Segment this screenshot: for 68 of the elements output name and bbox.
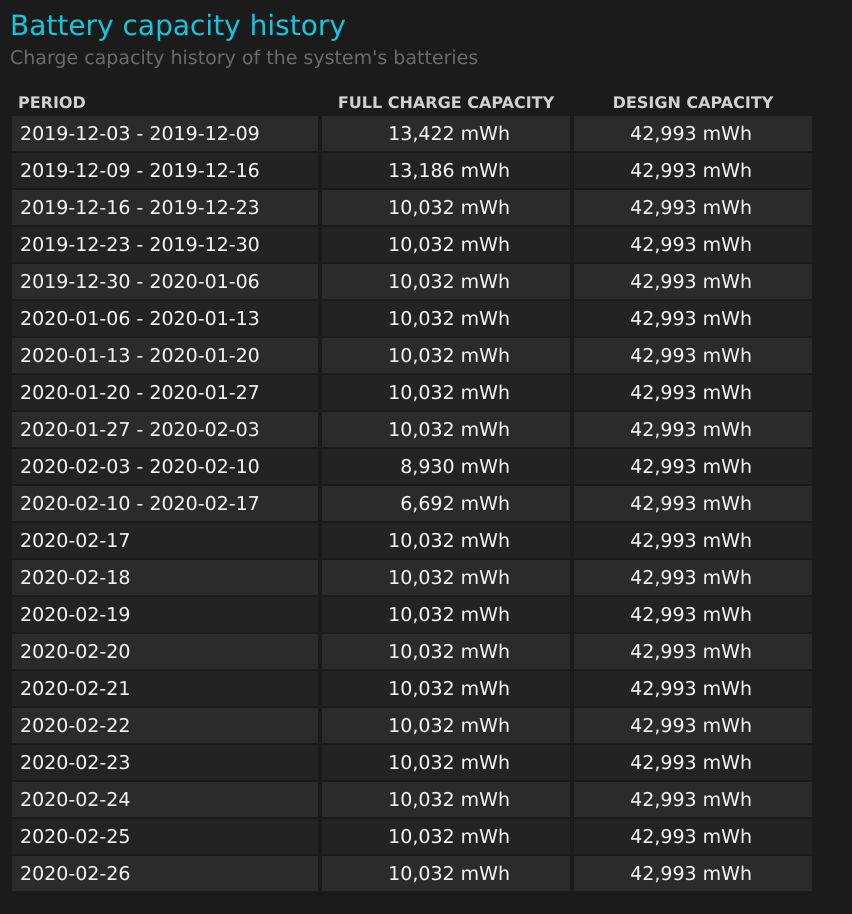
table-cell: 2020-02-21 [12,671,318,706]
table-cell: 2020-02-22 [12,708,318,743]
table-cell: 10,032 mWh [322,523,570,558]
table-cell: 10,032 mWh [322,745,570,780]
table-cell: 42,993 mWh [574,116,812,151]
page-title: Battery capacity history [10,8,347,44]
page-subtitle: Charge capacity history of the system's batteries [10,46,480,70]
table-cell: 2019-12-30 - 2020-01-06 [12,264,318,299]
table-cell: 42,993 mWh [574,227,812,262]
table-cell: 42,993 mWh [574,597,812,632]
table-cell: 42,993 mWh [574,190,812,225]
table-cell: 10,032 mWh [322,190,570,225]
table-cell: 8,930 mWh [322,449,570,484]
table-cell: 2019-12-23 - 2019-12-30 [12,227,318,262]
table-cell: 10,032 mWh [322,856,570,891]
table-cell: 2020-02-26 [12,856,318,891]
table-cell: 42,993 mWh [574,153,812,188]
table-cell: 2020-02-17 [12,523,318,558]
table-cell: 2020-02-25 [12,819,318,854]
table-cell: 42,993 mWh [574,671,812,706]
table-cell: 42,993 mWh [574,301,812,336]
table-cell: 42,993 mWh [574,264,812,299]
table-cell: 10,032 mWh [322,338,570,373]
table-cell: 42,993 mWh [574,449,812,484]
table-cell: 10,032 mWh [322,227,570,262]
table-cell: 10,032 mWh [322,819,570,854]
table-cell: 42,993 mWh [574,486,812,521]
table-cell: 2020-01-20 - 2020-01-27 [12,375,318,410]
column-header: PERIOD [17,92,87,114]
table-cell: 10,032 mWh [322,560,570,595]
table-cell: 2020-01-06 - 2020-01-13 [12,301,318,336]
table-cell: 42,993 mWh [574,560,812,595]
table-cell: 10,032 mWh [322,412,570,447]
table-cell: 13,186 mWh [322,153,570,188]
table-cell: 10,032 mWh [322,671,570,706]
table-cell: 2020-02-03 - 2020-02-10 [12,449,318,484]
table-cell: 2020-02-24 [12,782,318,817]
table-cell: 10,032 mWh [322,375,570,410]
table-cell: 42,993 mWh [574,634,812,669]
table-cell: 2020-02-23 [12,745,318,780]
table-cell: 42,993 mWh [574,412,812,447]
table-cell: 10,032 mWh [322,634,570,669]
column-header: FULL CHARGE CAPACITY [336,92,556,114]
table-cell: 2020-01-13 - 2020-01-20 [12,338,318,373]
table-cell: 42,993 mWh [574,708,812,743]
table-cell: 10,032 mWh [322,782,570,817]
table-cell: 2020-02-19 [12,597,318,632]
table-cell: 2019-12-09 - 2019-12-16 [12,153,318,188]
table-cell: 42,993 mWh [574,819,812,854]
table-cell: 42,993 mWh [574,523,812,558]
table-cell: 42,993 mWh [574,745,812,780]
table-cell: 42,993 mWh [574,338,812,373]
table-cell: 13,422 mWh [322,116,570,151]
table-cell: 2019-12-03 - 2019-12-09 [12,116,318,151]
column-header: DESIGN CAPACITY [612,92,774,114]
table-cell: 2020-02-10 - 2020-02-17 [12,486,318,521]
table-cell: 10,032 mWh [322,301,570,336]
table-cell: 2019-12-16 - 2019-12-23 [12,190,318,225]
table-cell: 42,993 mWh [574,856,812,891]
table-cell: 2020-01-27 - 2020-02-03 [12,412,318,447]
table-cell: 10,032 mWh [322,708,570,743]
table-cell: 2020-02-18 [12,560,318,595]
table-cell: 42,993 mWh [574,782,812,817]
table-cell: 6,692 mWh [322,486,570,521]
table-cell: 2020-02-20 [12,634,318,669]
table-cell: 42,993 mWh [574,375,812,410]
table-cell: 10,032 mWh [322,264,570,299]
table-cell: 10,032 mWh [322,597,570,632]
